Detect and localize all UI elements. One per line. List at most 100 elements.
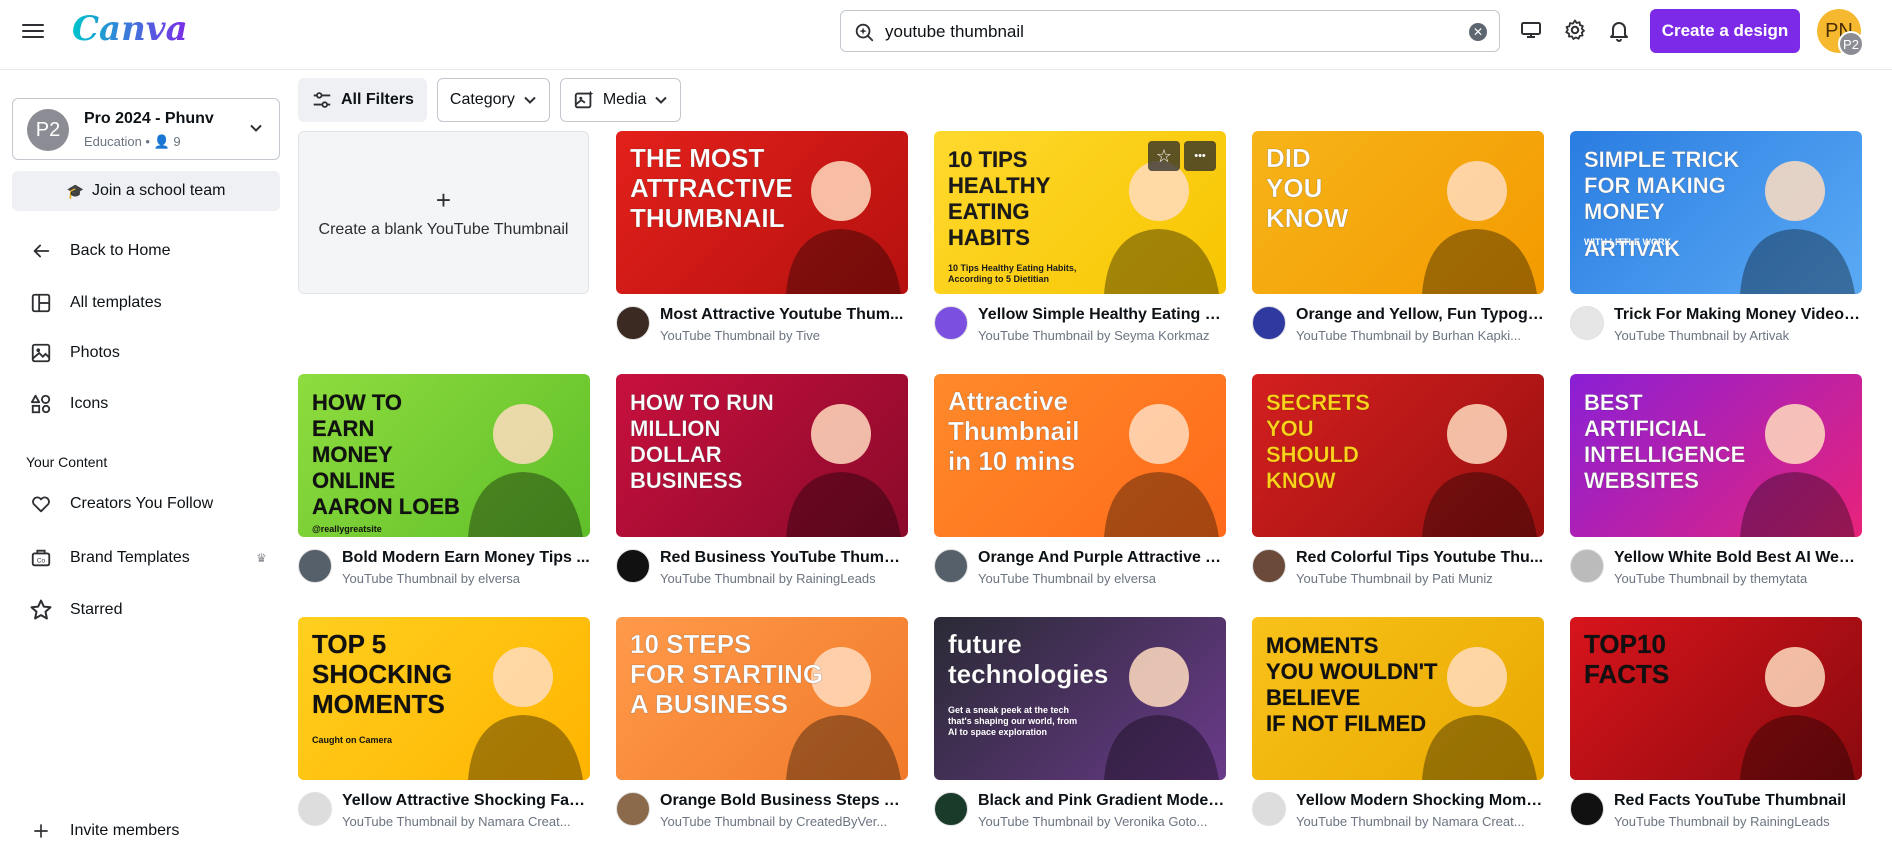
creator-avatar[interactable] xyxy=(616,306,650,340)
creator-avatar[interactable] xyxy=(298,549,332,583)
template-title[interactable]: Most Attractive Youtube Thum... xyxy=(660,306,908,324)
creator-avatar[interactable] xyxy=(934,549,968,583)
template-thumbnail[interactable]: 10 TIPS HEALTHY EATING HABITS 10 Tips Health… xyxy=(934,131,1226,294)
template-creator[interactable]: YouTube Thumbnail by RainingLeads xyxy=(660,571,908,586)
template-card[interactable]: HOW TO EARN MONEY ONLINE AARON LOEB @reallygr… xyxy=(298,374,590,587)
creator-avatar[interactable] xyxy=(616,549,650,583)
template-title[interactable]: Yellow Simple Healthy Eating H... xyxy=(978,306,1226,324)
template-card[interactable]: HOW TO RUN MILLION DOLLAR BUSINESS Red Busin… xyxy=(616,374,908,587)
creator-avatar[interactable] xyxy=(1570,306,1604,340)
media-dropdown[interactable]: Media xyxy=(559,78,682,122)
creator-avatar[interactable] xyxy=(298,792,332,826)
nav-photos[interactable]: Photos xyxy=(28,336,120,370)
template-title[interactable]: Black and Pink Gradient Moder... xyxy=(978,792,1226,810)
template-thumbnail[interactable]: SECRETS YOU SHOULD KNOW xyxy=(1252,374,1544,537)
template-card[interactable]: SECRETS YOU SHOULD KNOW Red Colorful Tips Yo… xyxy=(1252,374,1544,587)
creator-avatar[interactable] xyxy=(934,306,968,340)
template-thumbnail[interactable]: Attractive Thumbnail in 10 mins xyxy=(934,374,1226,537)
more-options-icon[interactable]: ••• xyxy=(1184,141,1216,171)
template-creator[interactable]: YouTube Thumbnail by elversa xyxy=(978,571,1226,586)
template-card[interactable]: BEST ARTIFICIAL INTELLIGENCE WEBSITES Yellow… xyxy=(1570,374,1862,587)
team-switcher[interactable]: P2 Pro 2024 - Phunv Education • 👤 9 xyxy=(12,98,280,160)
nav-creators-you-follow[interactable]: Creators You Follow xyxy=(28,487,213,521)
template-creator[interactable]: YouTube Thumbnail by themytata xyxy=(1614,571,1862,586)
template-title[interactable]: Red Business YouTube Thumbn... xyxy=(660,549,908,567)
template-thumbnail[interactable]: HOW TO EARN MONEY ONLINE AARON LOEB @reallygr… xyxy=(298,374,590,537)
template-title[interactable]: Orange and Yellow, Fun Typogr... xyxy=(1296,306,1544,324)
all-filters-button[interactable]: All Filters xyxy=(298,78,427,122)
person-head-shape xyxy=(493,647,553,707)
template-title[interactable]: Orange And Purple Attractive Y... xyxy=(978,549,1226,567)
search-box[interactable]: ✕ xyxy=(840,10,1500,52)
template-card[interactable]: SIMPLE TRICK FOR MAKING MONEY WITH LITTLE W… xyxy=(1570,131,1862,344)
category-dropdown[interactable]: Category xyxy=(436,78,550,122)
template-thumbnail[interactable]: SIMPLE TRICK FOR MAKING MONEY WITH LITTLE W… xyxy=(1570,131,1862,294)
template-creator[interactable]: YouTube Thumbnail by CreatedByVer... xyxy=(660,814,908,829)
template-creator[interactable]: YouTube Thumbnail by Pati Muniz xyxy=(1296,571,1544,586)
template-creator[interactable]: YouTube Thumbnail by Veronika Goto... xyxy=(978,814,1226,829)
create-design-button[interactable]: Create a design xyxy=(1650,9,1800,53)
template-card[interactable]: MOMENTS YOU WOULDN'T BELIEVE IF NOT FILMED Y… xyxy=(1252,617,1544,830)
template-card[interactable]: TOP10 FACTS Red Facts YouTube Thumbnail You… xyxy=(1570,617,1862,830)
menu-icon[interactable] xyxy=(22,20,44,42)
template-card[interactable]: 10 STEPS FOR STARTING A BUSINESS Orange Bol… xyxy=(616,617,908,830)
template-thumbnail[interactable]: TOP 5 SHOCKING MOMENTS Caught on Camera xyxy=(298,617,590,780)
template-card[interactable]: TOP 5 SHOCKING MOMENTS Caught on Camera Yell… xyxy=(298,617,590,830)
template-creator[interactable]: YouTube Thumbnail by Burhan Kapki... xyxy=(1296,328,1544,343)
person-body-shape xyxy=(1740,472,1855,537)
template-card[interactable]: DID YOU KNOW Orange and Yellow, Fun Typogr.… xyxy=(1252,131,1544,344)
create-blank-thumbnail-card[interactable]: + Create a blank YouTube Thumbnail xyxy=(298,131,589,294)
top-bar: Canva ✕ Create a design PN P2 xyxy=(0,0,1892,70)
template-title[interactable]: Yellow White Bold Best AI Webs... xyxy=(1614,549,1862,567)
template-title[interactable]: Trick For Making Money Video Y... xyxy=(1614,306,1862,324)
star-template-icon[interactable]: ☆ xyxy=(1148,141,1180,171)
template-title[interactable]: Yellow Modern Shocking Mome... xyxy=(1296,792,1544,810)
template-title[interactable]: Orange Bold Business Steps Yo... xyxy=(660,792,908,810)
template-creator[interactable]: YouTube Thumbnail by Namara Creat... xyxy=(1296,814,1544,829)
template-creator[interactable]: YouTube Thumbnail by RainingLeads xyxy=(1614,814,1862,829)
template-title[interactable]: Red Facts YouTube Thumbnail xyxy=(1614,792,1862,810)
creator-avatar[interactable] xyxy=(1252,549,1286,583)
nav-all-templates[interactable]: All templates xyxy=(28,286,162,320)
template-card[interactable]: future technologies Get a sneak peek at th… xyxy=(934,617,1226,830)
person-head-shape xyxy=(493,404,553,464)
notifications-bell-icon[interactable] xyxy=(1605,16,1633,44)
nav-brand-templates[interactable]: Co Brand Templates ♛ xyxy=(28,541,267,575)
template-creator[interactable]: YouTube Thumbnail by Namara Creat... xyxy=(342,814,590,829)
template-title[interactable]: Yellow Attractive Shocking Fact... xyxy=(342,792,590,810)
template-creator[interactable]: YouTube Thumbnail by Tive xyxy=(660,328,908,343)
join-school-team-button[interactable]: 🎓 Join a school team xyxy=(12,171,280,211)
canva-logo[interactable]: Canva xyxy=(72,9,188,49)
template-title[interactable]: Bold Modern Earn Money Tips ... xyxy=(342,549,590,567)
search-input[interactable] xyxy=(885,19,1445,45)
nav-icons[interactable]: Icons xyxy=(28,387,108,421)
template-creator[interactable]: YouTube Thumbnail by elversa xyxy=(342,571,590,586)
template-card[interactable]: 10 TIPS HEALTHY EATING HABITS 10 Tips Health… xyxy=(934,131,1226,344)
creator-avatar[interactable] xyxy=(1252,306,1286,340)
creator-avatar[interactable] xyxy=(1252,792,1286,826)
creator-avatar[interactable] xyxy=(934,792,968,826)
template-thumbnail[interactable]: DID YOU KNOW xyxy=(1252,131,1544,294)
creator-avatar[interactable] xyxy=(1570,792,1604,826)
invite-members-button[interactable]: Invite members xyxy=(28,814,179,848)
template-thumbnail[interactable]: TOP10 FACTS xyxy=(1570,617,1862,780)
creator-avatar[interactable] xyxy=(1570,549,1604,583)
template-thumbnail[interactable]: HOW TO RUN MILLION DOLLAR BUSINESS xyxy=(616,374,908,537)
template-thumbnail[interactable]: BEST ARTIFICIAL INTELLIGENCE WEBSITES xyxy=(1570,374,1862,537)
settings-gear-icon[interactable] xyxy=(1561,16,1589,44)
template-thumbnail[interactable]: 10 STEPS FOR STARTING A BUSINESS xyxy=(616,617,908,780)
template-thumbnail[interactable]: THE MOST ATTRACTIVE THUMBNAIL xyxy=(616,131,908,294)
clear-search-icon[interactable]: ✕ xyxy=(1469,23,1487,41)
thumbnail-text: HOW TO RUN xyxy=(630,390,774,415)
template-creator[interactable]: YouTube Thumbnail by Seyma Korkmaz xyxy=(978,328,1226,343)
template-card[interactable]: Attractive Thumbnail in 10 mins Orange And … xyxy=(934,374,1226,587)
desktop-icon[interactable] xyxy=(1517,16,1545,44)
nav-back-to-home[interactable]: Back to Home xyxy=(28,234,170,268)
template-thumbnail[interactable]: future technologies Get a sneak peek at th… xyxy=(934,617,1226,780)
template-thumbnail[interactable]: MOMENTS YOU WOULDN'T BELIEVE IF NOT FILMED xyxy=(1252,617,1544,780)
nav-starred[interactable]: Starred xyxy=(28,593,122,627)
template-card[interactable]: THE MOST ATTRACTIVE THUMBNAIL Most Attracti… xyxy=(616,131,908,344)
creator-avatar[interactable] xyxy=(616,792,650,826)
template-title[interactable]: Red Colorful Tips Youtube Thu... xyxy=(1296,549,1544,567)
template-creator[interactable]: YouTube Thumbnail by Artivak xyxy=(1614,328,1862,343)
